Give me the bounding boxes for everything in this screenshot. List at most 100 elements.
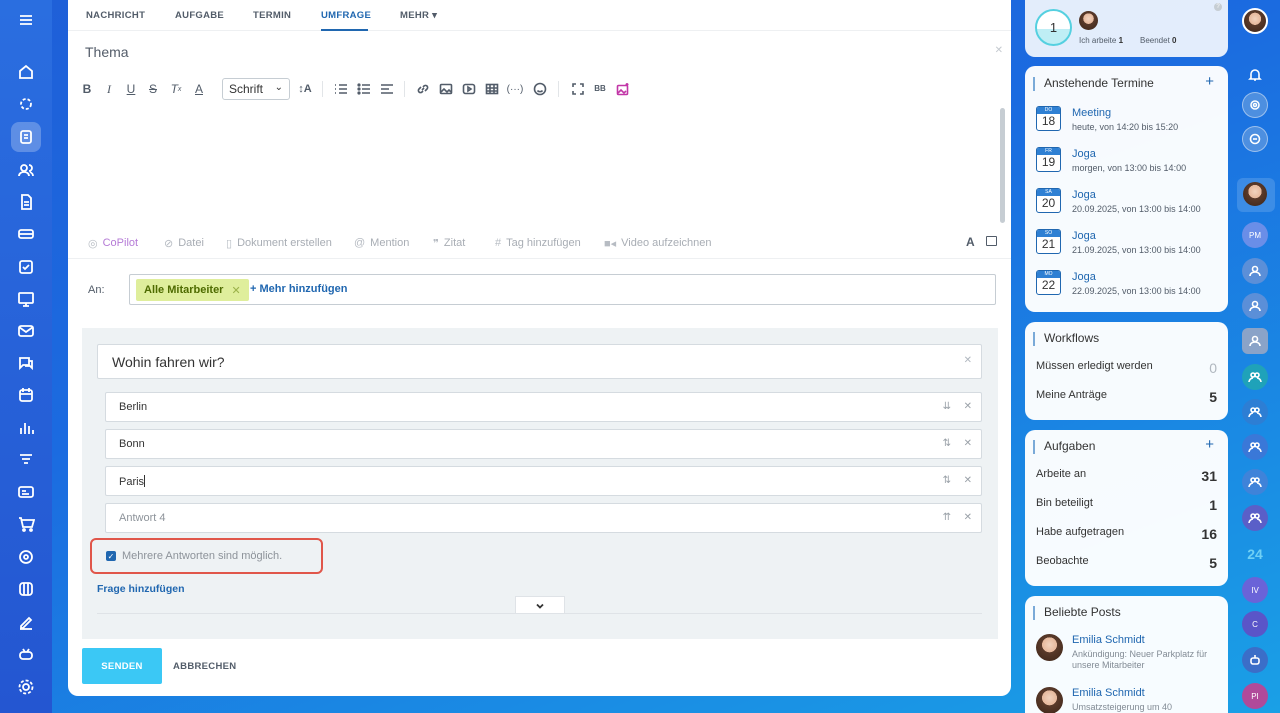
tasks-icon[interactable] xyxy=(14,255,38,279)
task-row[interactable]: Habe aufgetragen 16 xyxy=(1036,526,1217,542)
goals-icon[interactable] xyxy=(14,545,38,569)
event-item[interactable]: DO 18 Meeting heute, von 14:20 bis 15:20 xyxy=(1036,106,1226,140)
poll-answer-input[interactable]: Berlin ⇊ ✕ xyxy=(105,392,982,422)
notifications-icon[interactable] xyxy=(1242,62,1268,88)
code-icon[interactable]: (···) xyxy=(506,78,524,100)
event-item[interactable]: SA 20 Joga 20.09.2025, von 13:00 bis 14:00 xyxy=(1036,188,1226,222)
fullscreen-icon[interactable] xyxy=(570,78,586,100)
poll-answer-input[interactable]: Bonn ⇅ ✕ xyxy=(105,429,982,459)
group-chat-icon[interactable] xyxy=(1242,434,1268,460)
chat-avatar-pi[interactable]: PI xyxy=(1242,683,1268,709)
analytics-icon[interactable] xyxy=(14,416,38,440)
italic-button[interactable]: I xyxy=(104,78,114,100)
subject-input[interactable]: Thema xyxy=(85,44,129,60)
emoji-icon[interactable] xyxy=(531,78,549,100)
remove-chip-icon[interactable]: ✕ xyxy=(231,284,240,297)
mention-button[interactable]: @ Mention xyxy=(354,236,409,250)
record-video-button[interactable]: ■◂ Video aufzeichnen xyxy=(604,236,712,250)
video-icon[interactable] xyxy=(461,78,477,100)
group-chat-icon[interactable] xyxy=(1242,505,1268,531)
calendar-icon[interactable] xyxy=(14,383,38,407)
task-row[interactable]: Bin beteiligt 1 xyxy=(1036,497,1217,513)
group-chat-icon[interactable] xyxy=(1242,328,1268,354)
cancel-button[interactable]: ABBRECHEN xyxy=(173,661,236,672)
copilot-button[interactable]: ◎ CoPilot xyxy=(88,236,138,250)
recipient-chip[interactable]: Alle Mitarbeiter ✕ xyxy=(136,279,249,301)
multiple-answers-option[interactable]: ✓ Mehrere Antworten sind möglich. xyxy=(90,538,323,574)
bbcode-icon[interactable]: BB xyxy=(592,78,608,100)
feed-icon[interactable] xyxy=(11,122,41,152)
clear-format-button[interactable]: Tx xyxy=(170,78,182,100)
add-tag-button[interactable]: # Tag hinzufügen xyxy=(495,236,581,250)
contacts-icon[interactable] xyxy=(14,480,38,504)
ai-image-icon[interactable] xyxy=(615,78,631,100)
align-icon[interactable] xyxy=(379,78,395,100)
chat-avatar-pm[interactable]: PM xyxy=(1242,222,1268,248)
remove-answer-icon[interactable]: ✕ xyxy=(964,401,972,412)
table-icon[interactable] xyxy=(484,78,500,100)
document-icon[interactable] xyxy=(14,190,38,214)
chat-avatar-iv[interactable]: IV xyxy=(1242,577,1268,603)
expand-toggle[interactable] xyxy=(515,596,565,614)
work-status-button[interactable]: 1 xyxy=(1035,9,1072,46)
font-select[interactable]: Schrift ⌄ xyxy=(222,78,290,100)
mail-icon[interactable] xyxy=(14,319,38,343)
chat-icon[interactable] xyxy=(14,351,38,375)
send-button[interactable]: SENDEN xyxy=(82,648,162,684)
event-item[interactable]: FR 19 Joga morgen, von 13:00 bis 14:00 xyxy=(1036,147,1226,181)
shop-icon[interactable] xyxy=(14,512,38,536)
user-avatar[interactable] xyxy=(1242,8,1268,34)
formatting-toggle[interactable]: A xyxy=(966,235,975,249)
remove-answer-icon[interactable]: ✕ xyxy=(964,475,972,486)
market-icon[interactable] xyxy=(14,577,38,601)
remove-question-icon[interactable]: ✕ xyxy=(964,355,972,366)
sort-handle-icon[interactable]: ⇅ xyxy=(943,475,951,486)
workflow-row[interactable]: Müssen erledigt werden 0 xyxy=(1036,360,1217,376)
event-item[interactable]: MO 22 Joga 22.09.2025, von 13:00 bis 14:00 xyxy=(1036,270,1226,304)
chat-avatar-c[interactable]: C xyxy=(1242,611,1268,637)
event-item[interactable]: SO 21 Joga 21.09.2025, von 13:00 bis 14:00 xyxy=(1036,229,1226,263)
underline-button[interactable]: U xyxy=(126,78,136,100)
chat-avatar[interactable] xyxy=(1243,182,1267,206)
team-icon[interactable] xyxy=(14,158,38,182)
poll-question-input[interactable]: Wohin fahren wir? ✕ xyxy=(97,344,982,379)
add-task-button[interactable]: + xyxy=(1205,436,1214,453)
sort-handle-icon[interactable]: ⇅ xyxy=(943,438,951,449)
remove-answer-icon[interactable]: ✕ xyxy=(964,512,972,523)
recipients-field[interactable]: Alle Mitarbeiter ✕ + Mehr hinzufügen xyxy=(129,274,996,305)
numbered-list-icon[interactable] xyxy=(333,78,349,100)
sort-handle-icon[interactable]: ⇈ xyxy=(943,512,951,523)
bold-button[interactable]: B xyxy=(82,78,92,100)
font-size-icon[interactable]: ↕A xyxy=(297,78,313,100)
poll-answer-input[interactable]: Paris ⇅ ✕ xyxy=(105,466,982,496)
sort-handle-icon[interactable]: ⇊ xyxy=(943,401,951,412)
help-icon[interactable]: ? xyxy=(1214,3,1222,11)
multiple-answers-checkbox[interactable]: ✓ xyxy=(106,551,116,561)
add-event-button[interactable]: + xyxy=(1205,73,1214,90)
text-color-button[interactable]: A xyxy=(194,78,204,100)
link-icon[interactable] xyxy=(415,78,431,100)
copilot-chat-icon[interactable] xyxy=(1242,92,1268,118)
workflow-row[interactable]: Meine Anträge 5 xyxy=(1036,389,1217,405)
tab-more[interactable]: MEHR ▾ xyxy=(400,10,437,21)
settings-icon[interactable] xyxy=(14,675,38,699)
quote-button[interactable]: ❞ Zitat xyxy=(433,236,465,250)
menu-icon[interactable] xyxy=(14,8,38,32)
editor-scrollbar[interactable] xyxy=(1000,108,1005,223)
copilot-icon[interactable] xyxy=(14,92,38,116)
sign-icon[interactable] xyxy=(14,610,38,634)
tab-message[interactable]: NACHRICHT xyxy=(86,10,145,21)
image-icon[interactable] xyxy=(438,78,454,100)
group-chat-icon[interactable] xyxy=(1242,399,1268,425)
create-document-button[interactable]: ▯ Dokument erstellen xyxy=(226,236,332,250)
sites-icon[interactable] xyxy=(14,287,38,311)
bot-chat-icon[interactable] xyxy=(1242,647,1268,673)
add-question-link[interactable]: Frage hinzufügen xyxy=(97,583,185,595)
add-recipients-link[interactable]: + Mehr hinzufügen xyxy=(250,283,347,295)
group-chat-icon[interactable] xyxy=(1242,293,1268,319)
group-chat-icon[interactable] xyxy=(1242,364,1268,390)
poll-answer-placeholder-input[interactable]: Antwort 4 ⇈ ✕ xyxy=(105,503,982,533)
tab-task[interactable]: AUFGABE xyxy=(175,10,224,21)
search-chat-icon[interactable] xyxy=(1242,126,1268,152)
filter-icon[interactable] xyxy=(14,448,38,472)
